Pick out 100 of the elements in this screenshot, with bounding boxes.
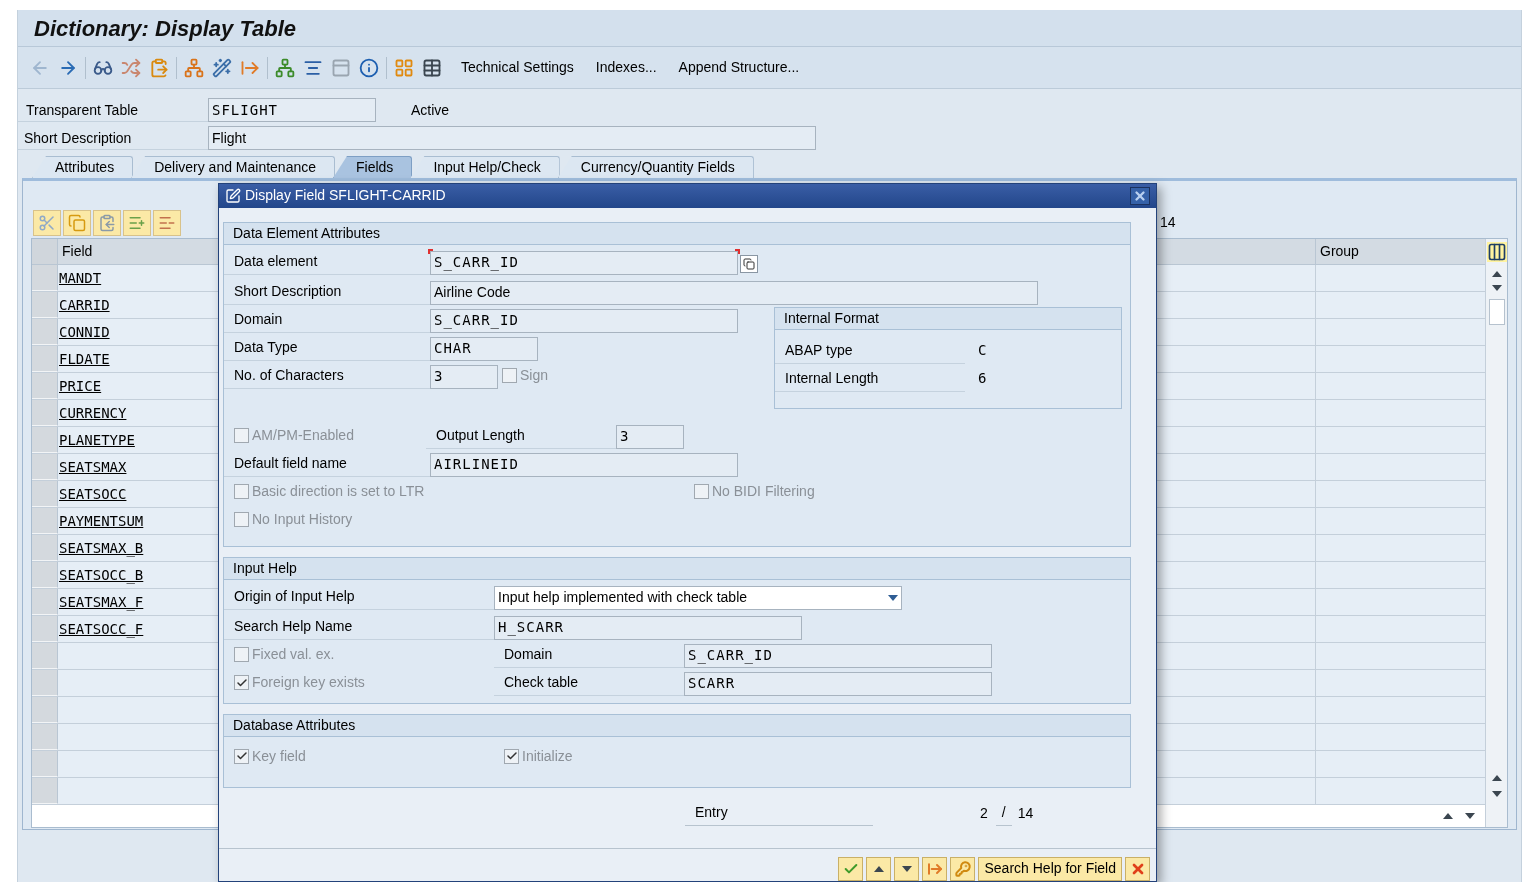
close-button[interactable]: [1130, 186, 1150, 205]
field-link[interactable]: CARRID: [59, 294, 110, 316]
scroll-down-icon: [1491, 285, 1502, 291]
field-label: Domain: [224, 306, 430, 333]
wand-icon[interactable]: [211, 56, 233, 79]
row-selector[interactable]: [32, 535, 58, 561]
field-label: Data Type: [224, 334, 430, 361]
input-field[interactable]: 3: [430, 364, 498, 389]
field-link[interactable]: PLANETYPE: [59, 429, 135, 451]
copy-icon[interactable]: [740, 254, 758, 273]
column-header[interactable]: Group: [1316, 239, 1485, 264]
row-selector[interactable]: [32, 346, 58, 372]
input-field[interactable]: CHAR: [430, 336, 538, 361]
delete-row-icon[interactable]: [153, 209, 181, 236]
field-link[interactable]: FLDATE: [59, 348, 110, 370]
input-field[interactable]: AIRLINEID: [430, 452, 738, 477]
scroll-thumb[interactable]: [1488, 299, 1505, 325]
row-selector[interactable]: [32, 751, 58, 777]
input-field[interactable]: Flight: [208, 126, 816, 150]
up-button[interactable]: [866, 857, 892, 881]
tab[interactable]: Input Help/Check: [410, 156, 560, 178]
input-field[interactable]: H_SCARR: [494, 615, 802, 640]
toolbar-button[interactable]: Indexes...: [591, 57, 661, 78]
row-selector[interactable]: [32, 292, 58, 318]
checkbox-label: Key field: [252, 746, 306, 766]
info-icon[interactable]: [358, 56, 380, 79]
input-field[interactable]: Airline Code: [430, 280, 1038, 305]
input-field[interactable]: S_CARR_ID: [430, 308, 738, 333]
field-link[interactable]: CONNID: [59, 321, 110, 343]
input-field[interactable]: SFLIGHT: [208, 98, 376, 122]
tab[interactable]: Currency/Quantity Fields: [557, 156, 754, 178]
checkbox-label: No BIDI Filtering: [712, 482, 815, 502]
checkbox-label: Sign: [520, 366, 549, 386]
search-help-button[interactable]: Search Help for Field: [978, 857, 1122, 881]
row-selector[interactable]: [32, 697, 58, 723]
field-link[interactable]: MANDT: [59, 267, 102, 289]
field-link[interactable]: SEATSMAX: [59, 456, 127, 478]
input-field[interactable]: 3: [616, 424, 684, 449]
key-button[interactable]: [950, 857, 976, 881]
clipboard-icon[interactable]: [148, 56, 170, 79]
input-field[interactable]: S_CARR_ID: [430, 250, 738, 275]
dropdown[interactable]: Input help implemented with check table: [494, 585, 902, 610]
row-selector[interactable]: [32, 265, 58, 291]
up-icon: [874, 866, 884, 872]
field-label: Search Help Name: [224, 613, 494, 640]
row-selector[interactable]: [32, 589, 58, 615]
insert-row-icon[interactable]: [123, 209, 151, 236]
scissors-icon[interactable]: [33, 209, 61, 236]
field-value: 6: [978, 368, 987, 388]
row-selector[interactable]: [32, 481, 58, 507]
scroll-up-icon: [1491, 271, 1502, 277]
checkbox-label: Fixed val. ex.: [252, 645, 335, 665]
tab[interactable]: Fields: [333, 156, 413, 178]
field-link[interactable]: SEATSMAX_B: [59, 537, 144, 559]
input-field[interactable]: S_CARR_ID: [684, 643, 992, 668]
cancel-button[interactable]: [1125, 857, 1150, 881]
row-selector[interactable]: [32, 508, 58, 534]
entry-total: 14: [1017, 804, 1034, 823]
field-link[interactable]: CURRENCY: [59, 402, 127, 424]
field-label: Origin of Input Help: [224, 583, 494, 610]
section-header: Input Help: [224, 557, 1130, 580]
field-link[interactable]: SEATSOCC_B: [59, 564, 144, 586]
vertical-scrollbar[interactable]: [1485, 239, 1507, 827]
field-link[interactable]: SEATSMAX_F: [59, 591, 144, 613]
row-selector[interactable]: [32, 427, 58, 453]
row-selector[interactable]: [32, 616, 58, 642]
field-link[interactable]: PAYMENTSUM: [59, 510, 144, 532]
scroll-up-icon: [1491, 775, 1502, 781]
row-selector[interactable]: [32, 400, 58, 426]
copy-icon[interactable]: [63, 209, 91, 236]
scroll-down-icon: [1491, 791, 1502, 797]
row-selector[interactable]: [32, 373, 58, 399]
select-all-cell[interactable]: [32, 239, 58, 264]
row-selector[interactable]: [32, 643, 58, 669]
toolbar-button[interactable]: Technical Settings: [457, 57, 578, 78]
tree-icon[interactable]: [274, 56, 296, 79]
row-selector[interactable]: [32, 454, 58, 480]
row-selector[interactable]: [32, 562, 58, 588]
checkbox-label: Initialize: [522, 746, 573, 766]
field-value: C: [978, 340, 987, 360]
check-button[interactable]: [838, 857, 864, 881]
export-icon: [927, 861, 943, 877]
down-button[interactable]: [894, 857, 920, 881]
toolbar-button[interactable]: Append Structure...: [674, 57, 804, 78]
tab[interactable]: Delivery and Maintenance: [131, 156, 335, 178]
row-selector[interactable]: [32, 319, 58, 345]
row-selector[interactable]: [32, 724, 58, 750]
paste-icon[interactable]: [93, 209, 121, 236]
columns-icon: [1486, 242, 1507, 262]
row-selector[interactable]: [32, 778, 58, 804]
shuffle-icon[interactable]: [120, 56, 142, 79]
status-text: Active: [411, 100, 450, 120]
field-link[interactable]: SEATSOCC_F: [59, 618, 144, 640]
tab[interactable]: Attributes: [32, 156, 134, 178]
checkbox-label: AM/PM-Enabled: [252, 426, 354, 446]
field-link[interactable]: PRICE: [59, 375, 102, 397]
hierarchy-icon[interactable]: [183, 56, 205, 79]
field-link[interactable]: SEATSOCC: [59, 483, 127, 505]
row-selector[interactable]: [32, 670, 58, 696]
input-field[interactable]: SCARR: [684, 671, 992, 696]
